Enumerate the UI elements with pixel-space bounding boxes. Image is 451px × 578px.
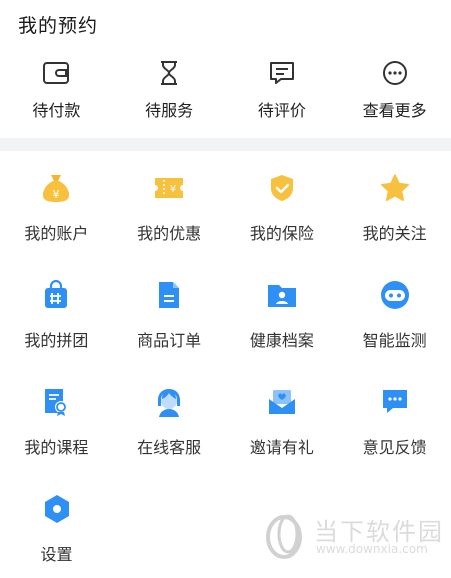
hourglass-icon [154, 58, 184, 88]
menu-health-records-label: 健康档案 [249, 331, 314, 350]
menu-my-group-buy-label: 我的拼团 [24, 331, 89, 350]
money-bag-icon: ¥ [39, 171, 73, 205]
comment-icon [267, 58, 297, 88]
menu-settings[interactable]: 设置 [0, 492, 113, 578]
wallet-icon [41, 58, 71, 88]
appointment-status-row: 待付款 待服务 待评价 查看更多 [0, 58, 451, 130]
certificate-icon [39, 385, 73, 419]
menu-invite-gift[interactable]: 邀请有礼 [226, 385, 339, 492]
menu-feedback[interactable]: 意见反馈 [338, 385, 451, 492]
order-view-more-label: 查看更多 [362, 101, 427, 120]
order-pending-review[interactable]: 待评价 [226, 58, 339, 130]
order-pending-payment-label: 待付款 [32, 101, 81, 120]
svg-text:¥: ¥ [170, 184, 176, 195]
invite-mail-icon [265, 385, 299, 419]
service-agent-icon [152, 385, 186, 419]
order-view-more[interactable]: 查看更多 [338, 58, 451, 130]
order-doc-icon [152, 278, 186, 312]
page-title: 我的预约 [18, 15, 99, 37]
menu-my-follows[interactable]: 我的关注 [338, 171, 451, 278]
watermark-logo-icon [266, 514, 302, 559]
section-divider [0, 138, 451, 151]
menu-online-service-label: 在线客服 [137, 438, 202, 457]
group-bag-icon [39, 278, 73, 312]
menu-my-account[interactable]: ¥ 我的账户 [0, 171, 113, 278]
menu-smart-monitoring-label: 智能监测 [362, 331, 427, 350]
watermark-url: www.downxia.com [316, 542, 428, 556]
coupon-icon: ¥ [152, 171, 186, 205]
menu-my-group-buy[interactable]: 我的拼团 [0, 278, 113, 385]
order-pending-payment[interactable]: 待付款 [0, 58, 113, 130]
settings-hex-icon [40, 492, 74, 526]
menu-my-courses[interactable]: 我的课程 [0, 385, 113, 492]
menu-online-service[interactable]: 在线客服 [113, 385, 226, 492]
menu-product-orders-label: 商品订单 [137, 331, 202, 350]
menu-my-insurance[interactable]: 我的保险 [226, 171, 339, 278]
menu-product-orders[interactable]: 商品订单 [113, 278, 226, 385]
folder-user-icon [265, 278, 299, 312]
menu-my-coupons[interactable]: ¥ 我的优惠 [113, 171, 226, 278]
menu-my-courses-label: 我的课程 [24, 438, 89, 457]
svg-text:¥: ¥ [53, 188, 60, 201]
menu-feedback-label: 意见反馈 [362, 438, 427, 457]
order-pending-review-label: 待评价 [257, 101, 306, 120]
menu-my-coupons-label: 我的优惠 [137, 224, 202, 243]
order-pending-service-label: 待服务 [145, 101, 194, 120]
watermark: 当下软件园 www.downxia.com [264, 510, 444, 562]
more-icon [380, 58, 410, 88]
robot-icon [378, 278, 412, 312]
menu-my-account-label: 我的账户 [24, 224, 89, 243]
menu-smart-monitoring[interactable]: 智能监测 [338, 278, 451, 385]
menu-settings-label: 设置 [40, 545, 73, 564]
feedback-chat-icon [378, 385, 412, 419]
order-pending-service[interactable]: 待服务 [113, 58, 226, 130]
star-icon [378, 171, 412, 205]
menu-my-follows-label: 我的关注 [362, 224, 427, 243]
shield-icon [265, 171, 299, 205]
menu-invite-gift-label: 邀请有礼 [249, 438, 314, 457]
menu-my-insurance-label: 我的保险 [249, 224, 314, 243]
menu-health-records[interactable]: 健康档案 [226, 278, 339, 385]
